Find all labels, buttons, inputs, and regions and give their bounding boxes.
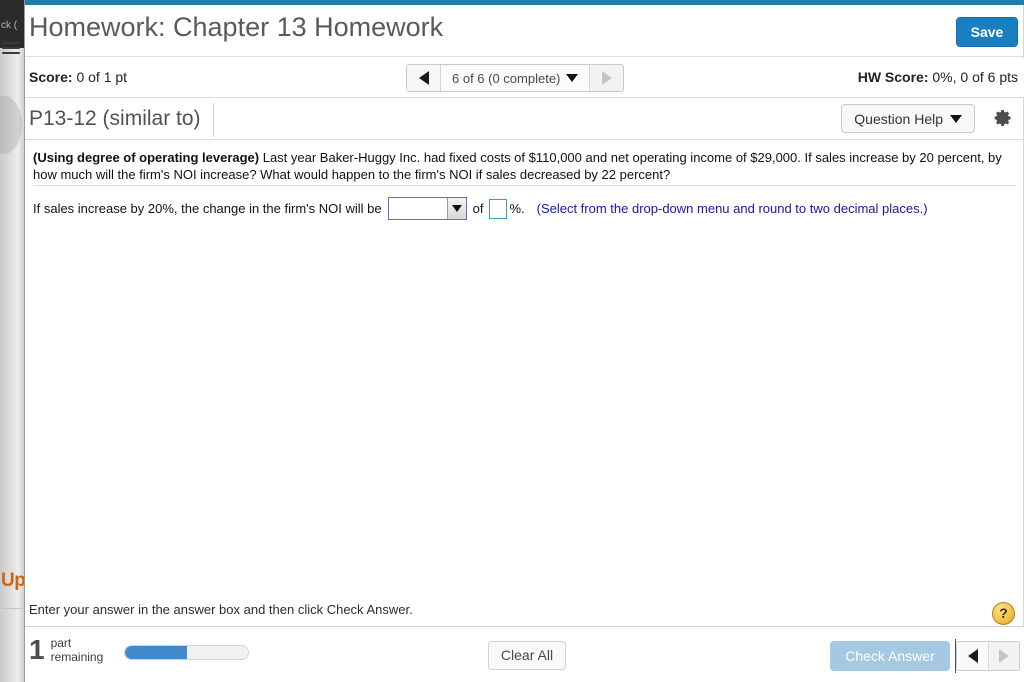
parts-remaining-indicator: 1 part remaining bbox=[29, 635, 103, 665]
triangle-left-icon bbox=[967, 649, 978, 663]
pager-next-button[interactable] bbox=[589, 65, 624, 91]
question-id-label: P13-12 (similar to) bbox=[29, 103, 214, 137]
dropdown-arrow-button[interactable] bbox=[446, 198, 466, 219]
answer-prompt: If sales increase by 20%, the change in … bbox=[33, 201, 382, 216]
answer-row: If sales increase by 20%, the change in … bbox=[33, 197, 928, 220]
parts-label-line1: part bbox=[50, 636, 72, 650]
chevron-down-icon bbox=[566, 74, 579, 82]
question-topic: (Using degree of operating leverage) bbox=[33, 150, 260, 165]
page-title: Homework: Chapter 13 Homework bbox=[29, 12, 444, 42]
pager-label-text: 6 of 6 (0 complete) bbox=[452, 70, 561, 86]
pager-prev-button[interactable] bbox=[407, 65, 441, 91]
answer-hint: (Select from the drop-down menu and roun… bbox=[536, 201, 928, 216]
question-help-button[interactable]: Question Help bbox=[841, 104, 975, 133]
percent-input[interactable] bbox=[489, 198, 508, 219]
promo-text: Up bbox=[1, 570, 24, 591]
question-help-label: Question Help bbox=[854, 110, 943, 127]
chevron-down-icon bbox=[950, 114, 962, 123]
gear-icon[interactable] bbox=[992, 107, 1014, 129]
triangle-left-icon bbox=[418, 71, 429, 85]
triangle-right-icon bbox=[999, 649, 1009, 663]
question-pager: 6 of 6 (0 complete) bbox=[406, 64, 625, 92]
accent-bar bbox=[25, 0, 1024, 5]
progress-bar-fill bbox=[125, 646, 187, 659]
browser-tab-label: ck ( bbox=[1, 20, 18, 31]
homework-panel: Homework: Chapter 13 Homework Save Score… bbox=[24, 0, 1024, 682]
score-row: Score: 0 of 1 pt 6 of 6 (0 complete) HW … bbox=[25, 58, 1024, 98]
chrome-divider bbox=[0, 608, 24, 609]
parts-count: 1 bbox=[29, 634, 45, 665]
pager-dropdown[interactable]: 6 of 6 (0 complete) bbox=[441, 65, 590, 91]
score-value: 0 of 1 pt bbox=[76, 69, 128, 85]
footer-nav-group bbox=[956, 641, 1020, 671]
footer-instruction: Enter your answer in the answer box and … bbox=[29, 602, 413, 617]
app-root: ck ( Up Homework: Chapter 13 Homework Sa… bbox=[0, 0, 1024, 682]
progress-bar bbox=[124, 645, 249, 660]
of-label: of bbox=[472, 201, 484, 216]
clear-all-button[interactable]: Clear All bbox=[488, 641, 566, 670]
footer-prev-button[interactable] bbox=[957, 642, 988, 670]
noi-change-dropdown[interactable] bbox=[387, 197, 467, 220]
triangle-right-icon bbox=[601, 71, 612, 85]
parts-label-line2: remaining bbox=[50, 650, 104, 664]
check-answer-button[interactable]: Check Answer bbox=[830, 641, 950, 671]
footer-toolbar: 1 part remaining Clear All Check Answer bbox=[25, 627, 1024, 682]
score-display: Score: 0 of 1 pt bbox=[29, 69, 127, 85]
question-body: (Using degree of operating leverage) Las… bbox=[25, 140, 1024, 220]
browser-tab-bar: ck ( bbox=[0, 0, 24, 48]
percent-label: %. bbox=[509, 201, 525, 216]
decorative-ellipse bbox=[0, 96, 22, 154]
footer-next-button[interactable] bbox=[988, 642, 1019, 670]
question-divider bbox=[33, 185, 1016, 186]
browser-chrome-strip: ck ( Up bbox=[0, 0, 24, 682]
parts-label: part remaining bbox=[51, 636, 104, 664]
hamburger-menu-icon[interactable] bbox=[2, 42, 20, 56]
question-mark-icon[interactable]: ? bbox=[992, 602, 1015, 625]
score-label: Score: bbox=[29, 69, 73, 85]
save-button[interactable]: Save bbox=[956, 17, 1018, 47]
triangle-down-icon bbox=[451, 205, 462, 212]
question-statement: (Using degree of operating leverage) Las… bbox=[33, 149, 1012, 183]
hw-score-value: 0%, 0 of 6 pts bbox=[932, 69, 1018, 85]
title-row: Homework: Chapter 13 Homework Save bbox=[25, 6, 1024, 57]
hw-score-display: HW Score: 0%, 0 of 6 pts bbox=[858, 69, 1018, 85]
question-header-row: P13-12 (similar to) Question Help bbox=[25, 99, 1024, 140]
hw-score-label: HW Score: bbox=[857, 69, 929, 85]
